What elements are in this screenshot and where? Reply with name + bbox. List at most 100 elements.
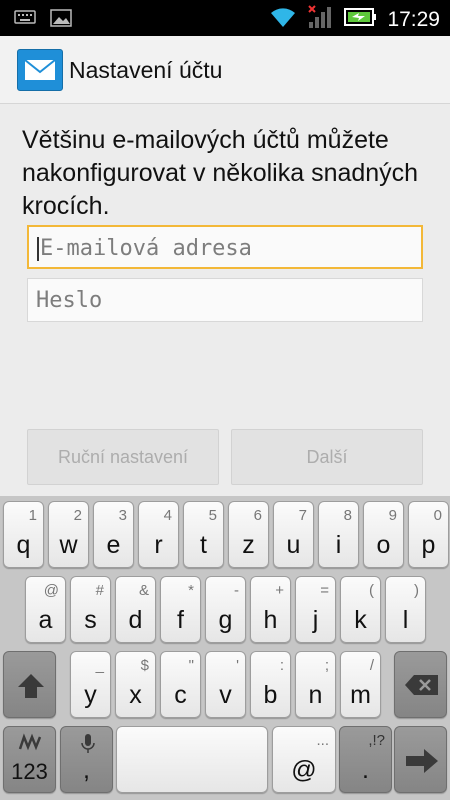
key-c[interactable]: " c <box>160 651 201 718</box>
symbols-label: 123 <box>11 759 48 784</box>
enter-key[interactable] <box>394 726 447 793</box>
key-label: q <box>16 531 31 559</box>
key-n[interactable]: ; n <box>295 651 336 718</box>
key-d[interactable]: & d <box>115 576 156 643</box>
text-caret <box>37 237 39 261</box>
key-g[interactable]: -g <box>205 576 246 643</box>
key-h[interactable]: + h <box>250 576 291 643</box>
key-i[interactable]: 8i <box>318 501 359 568</box>
key-p[interactable]: 0p <box>408 501 449 568</box>
at-label: @ <box>291 756 317 784</box>
space-key[interactable] <box>116 726 268 793</box>
key-sub: 9 <box>388 507 397 524</box>
key-v[interactable]: ' v <box>205 651 246 718</box>
key-label: k <box>354 606 367 634</box>
key-t[interactable]: 5t <box>183 501 224 568</box>
key-label: b <box>263 681 278 709</box>
key-w[interactable]: 2w <box>48 501 89 568</box>
key-r[interactable]: 4r <box>138 501 179 568</box>
key-label: g <box>218 606 233 634</box>
key-q[interactable]: 1q <box>3 501 44 568</box>
key-label: t <box>200 531 207 559</box>
password-placeholder: Heslo <box>36 288 103 313</box>
key-label: c <box>174 681 187 709</box>
key-sub: 8 <box>343 507 352 524</box>
key-sub: $ <box>140 657 149 674</box>
key-sub: 3 <box>118 507 127 524</box>
soft-keyboard: 1q 2w 3e 4r 5t 6z 7u 8i 9o 0p @ a # s & d *… <box>0 496 450 800</box>
key-sub: = <box>320 582 329 599</box>
key-m[interactable]: / m <box>340 651 381 718</box>
key-sub: ( <box>369 582 374 599</box>
at-key[interactable]: ... @ <box>272 726 336 793</box>
swiftkey-icon <box>18 733 42 758</box>
password-field[interactable]: Heslo <box>27 278 423 322</box>
key-label: v <box>219 681 232 709</box>
key-b[interactable]: :b <box>250 651 291 718</box>
key-l[interactable]: ) l <box>385 576 426 643</box>
backspace-icon <box>404 674 440 701</box>
period-label: . <box>362 756 369 784</box>
page-title: Nastavení účtu <box>69 57 223 83</box>
key-sub: 6 <box>253 507 262 524</box>
key-s[interactable]: # s <box>70 576 111 643</box>
shift-key[interactable] <box>3 651 56 718</box>
symbols-key[interactable]: 123 <box>3 726 56 793</box>
key-label: z <box>242 531 255 559</box>
key-sub: & <box>138 582 149 599</box>
key-sub: @ <box>43 582 59 599</box>
key-f[interactable]: * f <box>160 576 201 643</box>
key-sub: ,!? <box>368 732 385 749</box>
key-label: n <box>308 681 323 709</box>
key-sub: - <box>234 582 239 599</box>
key-sub: 7 <box>298 507 307 524</box>
key-label: i <box>335 531 342 559</box>
key-o[interactable]: 9o <box>363 501 404 568</box>
key-label: y <box>84 681 97 709</box>
key-j[interactable]: = j <box>295 576 336 643</box>
key-sub: 4 <box>163 507 172 524</box>
status-bar: 17:29 <box>0 0 450 36</box>
shift-icon <box>16 672 46 705</box>
key-sub: 0 <box>433 507 442 524</box>
key-sub: / <box>369 657 374 674</box>
key-label: u <box>286 531 301 559</box>
key-sub: ' <box>236 657 239 674</box>
key-sub: # <box>95 582 104 599</box>
comma-label: , <box>83 756 90 784</box>
email-placeholder: E-mailová adresa <box>40 236 252 261</box>
comma-mic-key[interactable]: , <box>60 726 113 793</box>
key-sub: ; <box>324 657 329 674</box>
key-y[interactable]: _ y <box>70 651 111 718</box>
keyboard-icon <box>14 9 36 32</box>
key-label: w <box>59 531 78 559</box>
key-label: p <box>421 531 436 559</box>
key-label: s <box>84 606 97 634</box>
key-k[interactable]: (k <box>340 576 381 643</box>
backspace-key[interactable] <box>394 651 447 718</box>
next-button[interactable]: Další <box>231 429 423 485</box>
key-sub: 2 <box>73 507 82 524</box>
key-label: f <box>177 606 184 634</box>
clock: 17:29 <box>387 7 440 31</box>
key-label: o <box>376 531 391 559</box>
email-field[interactable]: E-mailová adresa <box>27 225 423 269</box>
wifi-icon <box>269 5 297 34</box>
key-label: h <box>263 606 278 634</box>
key-e[interactable]: 3e <box>93 501 134 568</box>
key-sub: : <box>279 657 284 674</box>
action-bar: Nastavení účtu <box>0 36 450 104</box>
key-sub: * <box>188 582 194 599</box>
key-z[interactable]: 6z <box>228 501 269 568</box>
key-a[interactable]: @ a <box>25 576 66 643</box>
key-u[interactable]: 7u <box>273 501 314 568</box>
account-setup-form: Většinu e-mailových účtů můžete nakonfig… <box>0 104 450 496</box>
key-x[interactable]: $ x <box>115 651 156 718</box>
key-label: j <box>312 606 319 634</box>
key-label: a <box>38 606 53 634</box>
manual-setup-button[interactable]: Ruční nastavení <box>27 429 219 485</box>
period-key[interactable]: ,!? . <box>339 726 392 793</box>
key-sub: ... <box>316 732 329 749</box>
mail-icon[interactable] <box>17 49 63 91</box>
key-sub: _ <box>95 657 104 674</box>
